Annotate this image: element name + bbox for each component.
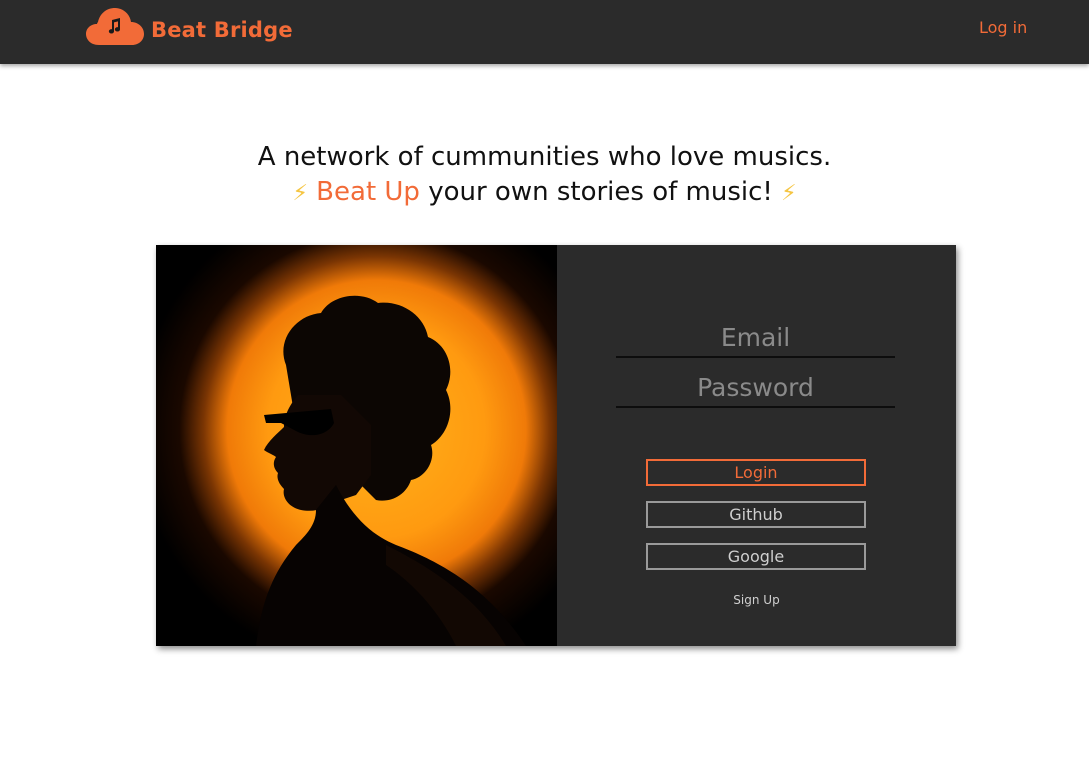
hero-line-2: ⚡ Beat Up your own stories of music! ⚡ [0, 175, 1089, 211]
google-login-button[interactable]: Google [646, 543, 866, 570]
artist-portrait-image [156, 245, 557, 646]
lightning-icon: ⚡ [781, 181, 797, 206]
hero-line-2-text: your own stories of music! [419, 177, 782, 207]
cloud-music-note-icon [86, 8, 144, 45]
brand-logo-link[interactable]: Beat Bridge [85, 7, 293, 47]
hero-accent-text: Beat Up [316, 177, 420, 207]
password-field[interactable] [616, 368, 895, 408]
login-button[interactable]: Login [646, 459, 866, 486]
top-navbar: Beat Bridge Log in [0, 0, 1089, 64]
github-login-button[interactable]: Github [646, 501, 866, 528]
login-card: Login Github Google Sign Up [156, 245, 956, 646]
brand-name: Beat Bridge [151, 18, 293, 42]
login-form: Login Github Google Sign Up [557, 245, 956, 646]
lightning-icon: ⚡ [292, 181, 308, 206]
email-field[interactable] [616, 318, 895, 358]
hero-line-1: A network of cummunities who love musics… [257, 142, 832, 172]
signup-link[interactable]: Sign Up [557, 593, 956, 607]
nav-login-link[interactable]: Log in [979, 18, 1027, 37]
hero-tagline: A network of cummunities who love musics… [0, 140, 1089, 211]
